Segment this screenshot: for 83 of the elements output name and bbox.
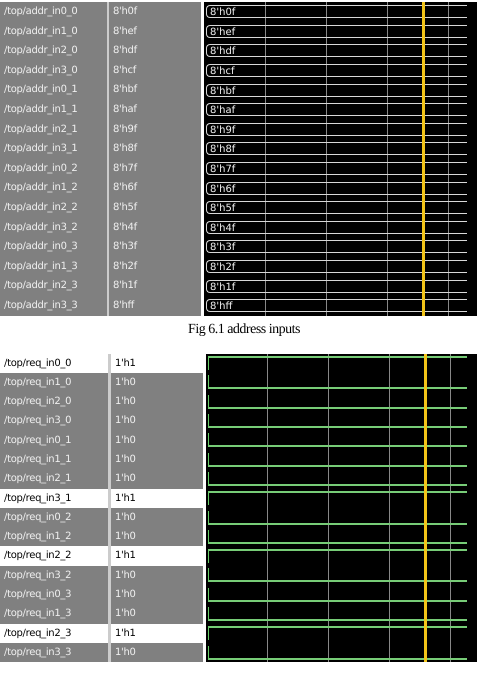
signal-value: 1'h0 [114, 510, 137, 525]
signal-name[interactable]: /top/req_in0_0 [0, 354, 108, 373]
bus-waveform: 8'h5f [206, 201, 467, 214]
signal-name[interactable]: /top/addr_in3_0 [0, 60, 107, 80]
signal-value: 8'hbf [112, 83, 138, 98]
signal-value: 8'h8f [112, 142, 138, 156]
signal-value: 1'h0 [114, 530, 137, 544]
signal-value: 1'h0 [114, 607, 137, 622]
figure-caption: Fig 6.1 address inputs [187, 320, 301, 338]
bus-waveform: 8'h8f [206, 142, 467, 156]
bus-waveform: 8'h9f [206, 122, 467, 136]
signal-name[interactable]: /top/req_in1_1 [0, 450, 108, 470]
signal-name[interactable]: /top/req_in1_2 [0, 527, 108, 546]
bus-waveform: 8'hff [206, 299, 467, 312]
signal-value: 8'h0f [112, 5, 138, 19]
signal-value: 8'haf [112, 102, 138, 117]
signal-value: 1'h1 [111, 354, 203, 373]
bus-waveform: 8'h1f [206, 280, 467, 293]
signal-name[interactable]: /top/addr_in3_1 [0, 139, 107, 159]
signal-name[interactable]: /top/addr_in1_0 [0, 22, 107, 42]
signal-name[interactable]: /top/addr_in1_3 [0, 256, 107, 276]
signal-value: 8'h6f [112, 181, 138, 196]
bus-waveform: 8'h4f [206, 220, 467, 234]
bus-waveform: 8'h6f [206, 182, 467, 195]
signal-name[interactable]: /top/req_in1_3 [0, 604, 108, 624]
signal-name[interactable]: /top/addr_in3_2 [0, 218, 107, 238]
signal-name[interactable]: /top/addr_in0_3 [0, 237, 107, 257]
signal-name[interactable]: /top/addr_in2_2 [0, 198, 107, 218]
bus-waveform: 8'hcf [206, 64, 467, 78]
signal-name[interactable]: /top/req_in2_2 [0, 546, 108, 566]
bus-waveform: 8'hbf [206, 84, 467, 97]
signal-name[interactable]: /top/addr_in0_1 [0, 80, 107, 100]
signal-value: 1'h0 [114, 452, 137, 467]
signal-value: 1'h0 [114, 414, 137, 428]
signal-name[interactable]: /top/req_in3_2 [0, 566, 108, 586]
signal-value: 1'h0 [114, 395, 137, 410]
signal-name[interactable]: /top/addr_in1_2 [0, 178, 107, 198]
signal-value: 1'h1 [111, 624, 203, 643]
time-cursor[interactable] [422, 2, 425, 316]
time-cursor[interactable] [424, 354, 427, 662]
signal-value: 8'h3f [112, 240, 138, 254]
signal-name[interactable]: /top/addr_in3_3 [0, 296, 107, 316]
signal-value: 8'h7f [112, 162, 138, 176]
signal-name[interactable]: /top/req_in0_2 [0, 508, 108, 528]
signal-value: 8'hff [112, 298, 136, 313]
signal-name[interactable]: /top/req_in0_3 [0, 585, 108, 604]
bus-waveform: 8'h3f [206, 240, 467, 254]
signal-value: 8'h2f [112, 260, 138, 274]
signal-value: 8'h9f [112, 122, 138, 137]
signal-name[interactable]: /top/addr_in1_1 [0, 100, 107, 120]
signal-name[interactable]: /top/req_in2_3 [0, 624, 108, 643]
signal-name[interactable]: /top/addr_in0_0 [0, 2, 107, 22]
signal-name[interactable]: /top/addr_in0_2 [0, 158, 107, 178]
signal-name[interactable]: /top/req_in0_1 [0, 430, 108, 450]
signal-value: 8'h1f [112, 279, 138, 294]
signal-name[interactable]: /top/addr_in2_3 [0, 276, 107, 296]
signal-value: 1'h0 [114, 472, 137, 486]
signal-value: 1'h0 [114, 568, 137, 583]
signal-value: 1'h1 [111, 546, 203, 566]
signal-value: 8'hdf [112, 44, 138, 58]
signal-value: 8'h4f [112, 220, 138, 235]
signal-name[interactable]: /top/req_in1_0 [0, 372, 108, 392]
bus-waveform: 8'haf [206, 103, 467, 116]
signal-name[interactable]: /top/addr_in2_0 [0, 41, 107, 61]
signal-value: 1'h0 [114, 434, 137, 448]
signal-value: 1'h0 [114, 646, 137, 660]
signal-name[interactable]: /top/addr_in2_1 [0, 120, 107, 140]
signal-value: 1'h1 [111, 488, 203, 508]
signal-name[interactable]: /top/req_in3_0 [0, 411, 108, 431]
signal-name[interactable]: /top/req_in3_1 [0, 488, 108, 508]
signal-value: 1'h0 [114, 376, 137, 390]
bus-waveform: 8'h2f [206, 260, 467, 274]
bus-waveform: 8'hdf [206, 44, 467, 58]
bus-waveform: 8'hef [206, 24, 467, 38]
signal-name[interactable]: /top/req_in3_3 [0, 642, 108, 662]
signal-value: 8'h5f [112, 200, 138, 215]
signal-name[interactable]: /top/req_in2_1 [0, 469, 108, 489]
signal-name[interactable]: /top/req_in2_0 [0, 392, 108, 412]
bus-waveform: 8'h0f [206, 5, 467, 18]
bus-waveform: 8'h7f [206, 162, 467, 176]
signal-value: 1'h0 [114, 588, 137, 602]
signal-value: 8'hcf [112, 64, 138, 78]
signal-value: 8'hef [112, 24, 138, 39]
